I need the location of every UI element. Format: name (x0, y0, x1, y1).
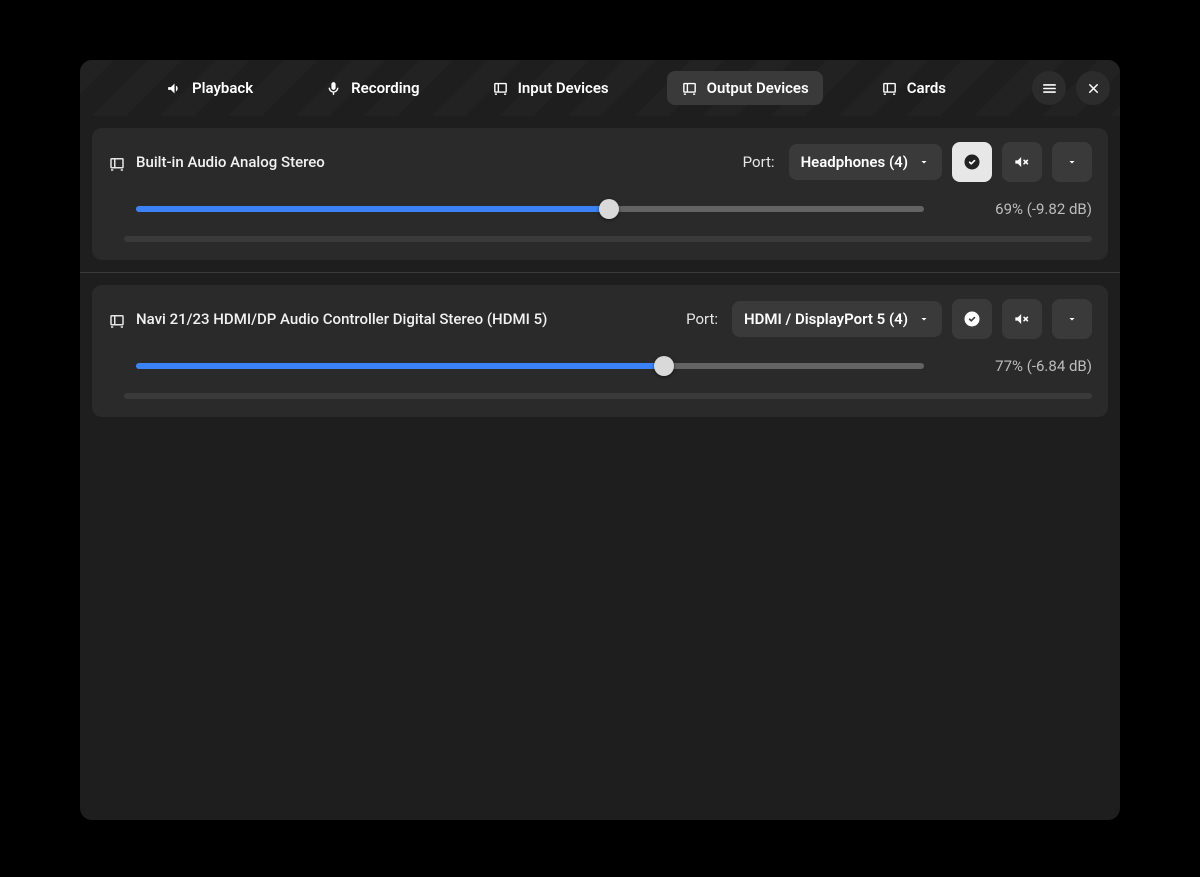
chevron-down-icon (1066, 313, 1078, 325)
tab-bar: Playback Recording Input Devices Output … (90, 71, 1022, 105)
tab-playback[interactable]: Playback (152, 71, 267, 105)
card-icon (881, 80, 898, 97)
port-dropdown[interactable]: Headphones (4) (789, 144, 942, 180)
level-meter (124, 236, 1092, 242)
level-meter (124, 393, 1092, 399)
tab-input-devices[interactable]: Input Devices (478, 71, 623, 105)
header-bar: Playback Recording Input Devices Output … (80, 60, 1120, 116)
speaker-mute-icon (1012, 152, 1032, 172)
close-button[interactable] (1076, 71, 1110, 105)
slider-fill (136, 363, 664, 369)
tab-recording[interactable]: Recording (311, 71, 433, 105)
output-device-card: Built-in Audio Analog Stereo Port: Headp… (92, 128, 1108, 260)
port-dropdown[interactable]: HDMI / DisplayPort 5 (4) (732, 301, 942, 337)
card-icon (108, 155, 126, 173)
slider-fill (136, 206, 609, 212)
chevron-down-icon (918, 156, 930, 168)
mic-icon (325, 80, 342, 97)
set-fallback-button[interactable] (952, 299, 992, 339)
slider-thumb[interactable] (654, 356, 674, 376)
port-selected-value: Headphones (4) (801, 153, 908, 171)
slider-thumb[interactable] (599, 199, 619, 219)
tab-output-devices[interactable]: Output Devices (667, 71, 823, 105)
device-name: Navi 21/23 HDMI/DP Audio Controller Digi… (136, 310, 547, 328)
hamburger-icon (1041, 80, 1058, 97)
speaker-icon (166, 80, 183, 97)
card-icon (492, 80, 509, 97)
device-list: Built-in Audio Analog Stereo Port: Headp… (80, 116, 1120, 820)
tab-label: Input Devices (518, 79, 609, 97)
output-device-card: Navi 21/23 HDMI/DP Audio Controller Digi… (92, 285, 1108, 417)
set-fallback-button[interactable] (952, 142, 992, 182)
divider (80, 272, 1120, 273)
tab-cards[interactable]: Cards (867, 71, 960, 105)
volume-slider[interactable] (136, 198, 924, 220)
port-label: Port: (686, 310, 718, 328)
device-header-row: Navi 21/23 HDMI/DP Audio Controller Digi… (108, 299, 1092, 339)
mute-button[interactable] (1002, 299, 1042, 339)
tab-label: Output Devices (707, 79, 809, 97)
check-circle-icon (962, 152, 982, 172)
expand-advanced-button[interactable] (1052, 299, 1092, 339)
tab-label: Cards (907, 79, 946, 97)
device-name: Built-in Audio Analog Stereo (136, 153, 325, 171)
port-selected-value: HDMI / DisplayPort 5 (4) (744, 310, 908, 328)
hamburger-menu-button[interactable] (1032, 71, 1066, 105)
volume-control-window: Playback Recording Input Devices Output … (80, 60, 1120, 820)
volume-readout: 69% (-9.82 dB) (942, 200, 1092, 218)
volume-row: 77% (-6.84 dB) (136, 355, 1092, 377)
mute-button[interactable] (1002, 142, 1042, 182)
expand-advanced-button[interactable] (1052, 142, 1092, 182)
tab-label: Playback (192, 79, 253, 97)
tab-label: Recording (351, 79, 419, 97)
card-icon (681, 80, 698, 97)
device-header-row: Built-in Audio Analog Stereo Port: Headp… (108, 142, 1092, 182)
chevron-down-icon (1066, 156, 1078, 168)
volume-readout: 77% (-6.84 dB) (942, 357, 1092, 375)
check-circle-icon (962, 309, 982, 329)
volume-slider[interactable] (136, 355, 924, 377)
card-icon (108, 312, 126, 330)
volume-row: 69% (-9.82 dB) (136, 198, 1092, 220)
speaker-mute-icon (1012, 309, 1032, 329)
close-icon (1086, 81, 1101, 96)
port-label: Port: (743, 153, 775, 171)
chevron-down-icon (918, 313, 930, 325)
